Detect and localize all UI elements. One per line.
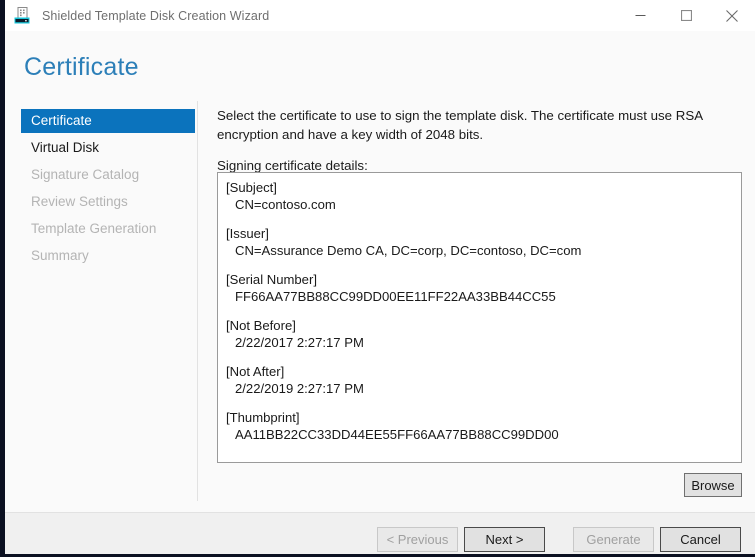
detail-value: 2/22/2017 2:27:17 PM <box>226 334 733 351</box>
detail-key: [Subject] <box>226 179 733 196</box>
previous-button: < Previous <box>377 527 458 552</box>
detail-key: [Thumbprint] <box>226 409 733 426</box>
wizard-buttons: < Previous Next > Generate Cancel <box>371 527 741 552</box>
sidebar-item-signature-catalog: Signature Catalog <box>21 163 197 187</box>
title-bar: Shielded Template Disk Creation Wizard <box>5 0 755 31</box>
detail-value: FF66AA77BB88CC99DD00EE11FF22AA33BB44CC55 <box>226 288 733 305</box>
sidebar-item-template-generation: Template Generation <box>21 217 197 241</box>
detail-value: 2/22/2019 2:27:17 PM <box>226 380 733 397</box>
browse-button[interactable]: Browse <box>684 473 742 497</box>
detail-thumbprint: [Thumbprint] AA11BB22CC33DD44EE55FF66AA7… <box>226 409 733 443</box>
footer-bar: < Previous Next > Generate Cancel <box>5 513 755 554</box>
sidebar-item-virtual-disk[interactable]: Virtual Disk <box>21 136 197 160</box>
detail-not-before: [Not Before] 2/22/2017 2:27:17 PM <box>226 317 733 351</box>
details-label: Signing certificate details: <box>217 158 744 173</box>
sidebar-item-certificate[interactable]: Certificate <box>21 109 195 133</box>
certificate-details-box[interactable]: [Subject] CN=contoso.com [Issuer] CN=Ass… <box>217 172 742 463</box>
sidebar-item-review-settings: Review Settings <box>21 190 197 214</box>
sidebar-item-label: Virtual Disk <box>31 140 99 155</box>
detail-issuer: [Issuer] CN=Assurance Demo CA, DC=corp, … <box>226 225 733 259</box>
detail-key: [Not Before] <box>226 317 733 334</box>
instruction-text: Select the certificate to use to sign th… <box>217 107 742 144</box>
detail-value: AA11BB22CC33DD44EE55FF66AA77BB88CC99DD00 <box>226 426 733 443</box>
sidebar-item-label: Certificate <box>31 113 92 128</box>
generate-button: Generate <box>573 527 654 552</box>
main-content: Select the certificate to use to sign th… <box>217 107 744 173</box>
wizard-window: Shielded Template Disk Creation Wizard C… <box>0 0 755 557</box>
page-title: Certificate <box>24 53 139 82</box>
sidebar-item-label: Template Generation <box>31 221 156 236</box>
window-title: Shielded Template Disk Creation Wizard <box>42 9 269 23</box>
detail-key: [Not After] <box>226 363 733 380</box>
sidebar-item-label: Signature Catalog <box>31 167 139 182</box>
sidebar-divider <box>197 101 198 501</box>
detail-value: CN=Assurance Demo CA, DC=corp, DC=contos… <box>226 242 733 259</box>
close-button[interactable] <box>709 0 755 31</box>
next-button[interactable]: Next > <box>464 527 545 552</box>
detail-not-after: [Not After] 2/22/2019 2:27:17 PM <box>226 363 733 397</box>
sidebar-item-label: Review Settings <box>31 194 128 209</box>
minimize-button[interactable] <box>617 0 663 31</box>
maximize-button[interactable] <box>663 0 709 31</box>
detail-value: CN=contoso.com <box>226 196 733 213</box>
shielded-disk-icon <box>13 6 33 26</box>
detail-key: [Serial Number] <box>226 271 733 288</box>
sidebar-item-label: Summary <box>31 248 89 263</box>
wizard-step-nav: Certificate Virtual Disk Signature Catal… <box>21 109 197 271</box>
window-controls <box>617 0 755 31</box>
sidebar-item-summary: Summary <box>21 244 197 268</box>
detail-subject: [Subject] CN=contoso.com <box>226 179 733 213</box>
detail-key: [Issuer] <box>226 225 733 242</box>
detail-serial-number: [Serial Number] FF66AA77BB88CC99DD00EE11… <box>226 271 733 305</box>
cancel-button[interactable]: Cancel <box>660 527 741 552</box>
